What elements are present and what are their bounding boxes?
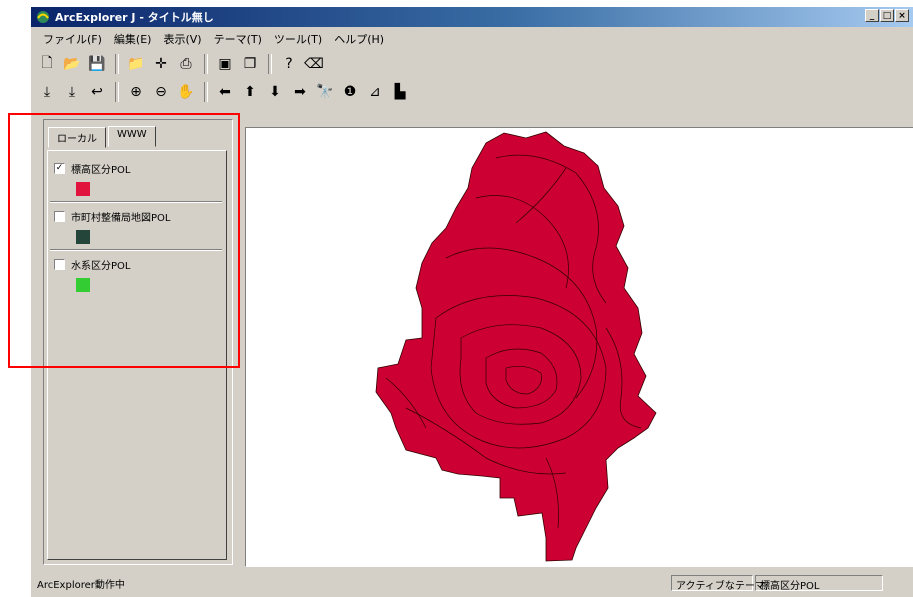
elevation-map[interactable] bbox=[246, 128, 913, 566]
measure-icon[interactable]: ⊿ bbox=[363, 81, 387, 103]
window-controls: _ □ × bbox=[865, 9, 909, 22]
theme-name: 標高区分POL bbox=[71, 165, 131, 176]
theme-name: 水系区分POL bbox=[71, 261, 131, 272]
query-builder-icon[interactable]: ▙ bbox=[388, 81, 412, 103]
toolbar-separator bbox=[115, 82, 119, 102]
theme-divider bbox=[50, 249, 222, 251]
zoom-in-icon[interactable]: ⊕ bbox=[124, 81, 148, 103]
theme-color-swatch bbox=[76, 230, 90, 244]
save-icon[interactable]: 💾 bbox=[85, 53, 109, 75]
zoom-active-icon[interactable]: ⤓ bbox=[60, 81, 84, 103]
toolbar-separator bbox=[204, 54, 208, 74]
toolbar-separator bbox=[115, 54, 119, 74]
tab-www[interactable]: WWW bbox=[108, 126, 156, 147]
active-theme-label: アクティブなテーマ: bbox=[671, 575, 768, 592]
menu-help[interactable]: ヘルプ(H) bbox=[328, 31, 390, 47]
map-view[interactable] bbox=[245, 127, 913, 567]
navigation-toolbar: ⤓ ⤓ ↩ ⊕ ⊖ ✋ ⬅ ⬆ ⬇ ➡ 🔭 ❶ ⊿ ▙ bbox=[31, 79, 913, 105]
theme-visibility-checkbox[interactable] bbox=[54, 211, 65, 222]
menu-file[interactable]: ファイル(F) bbox=[37, 31, 108, 47]
eraser-icon[interactable]: ⌫ bbox=[302, 53, 326, 75]
theme-list: ✓ 標高区分POL 市町村整備局地図POL 水系区分POL bbox=[47, 150, 227, 560]
identify-icon[interactable]: ❶ bbox=[338, 81, 362, 103]
status-bar: ArcExplorer動作中 アクティブなテーマ: 標高区分POL bbox=[31, 572, 913, 594]
add-theme-icon[interactable]: ✛ bbox=[149, 53, 173, 75]
theme-visibility-checkbox[interactable] bbox=[54, 259, 65, 270]
open-icon[interactable]: 📂 bbox=[60, 53, 84, 75]
theme-item[interactable]: ✓ 標高区分POL bbox=[54, 161, 222, 196]
pan-icon[interactable]: ✋ bbox=[174, 81, 198, 103]
menu-bar: ファイル(F) 編集(E) 表示(V) テーマ(T) ツール(T) ヘルプ(H) bbox=[31, 29, 913, 49]
arcexplorer-app-icon bbox=[37, 11, 49, 23]
menu-view[interactable]: 表示(V) bbox=[157, 31, 207, 47]
theme-name: 市町村整備局地図POL bbox=[71, 213, 171, 224]
pan-east-icon[interactable]: ➡ bbox=[288, 81, 312, 103]
full-extent-icon[interactable]: ⤓ bbox=[35, 81, 59, 103]
zoom-out-icon[interactable]: ⊖ bbox=[149, 81, 173, 103]
standard-toolbar: 🗋 📂 💾 📁 ✛ ⎙ ▣ ❐? ⌫ bbox=[31, 51, 913, 77]
maximize-button[interactable]: □ bbox=[880, 9, 894, 22]
new-icon[interactable]: 🗋 bbox=[35, 53, 59, 75]
window-title: ArcExplorer J - タイトル無し bbox=[55, 11, 214, 24]
app-window: ArcExplorer J - タイトル無し _ □ × ファイル(F) 編集(… bbox=[30, 6, 913, 597]
theme-item[interactable]: 水系区分POL bbox=[54, 257, 222, 292]
legend-panel: ローカル WWW ✓ 標高区分POL 市町村整備局地図POL 水系区分POL bbox=[43, 119, 233, 565]
layout-icon[interactable]: ▣ bbox=[213, 53, 237, 75]
pan-west-icon[interactable]: ⬅ bbox=[213, 81, 237, 103]
minimize-button[interactable]: _ bbox=[865, 9, 879, 22]
pan-south-icon[interactable]: ⬇ bbox=[263, 81, 287, 103]
theme-visibility-checkbox[interactable]: ✓ bbox=[54, 163, 65, 174]
legend-tabs: ローカル WWW bbox=[48, 126, 158, 148]
title-bar[interactable]: ArcExplorer J - タイトル無し _ □ × bbox=[31, 7, 913, 27]
find-icon[interactable]: 🔭 bbox=[313, 81, 337, 103]
copy-icon[interactable]: ❐ bbox=[238, 53, 262, 75]
theme-divider bbox=[50, 201, 222, 203]
tab-local[interactable]: ローカル bbox=[48, 127, 106, 148]
menu-edit[interactable]: 編集(E) bbox=[108, 31, 158, 47]
close-button[interactable]: × bbox=[895, 9, 909, 22]
pan-north-icon[interactable]: ⬆ bbox=[238, 81, 262, 103]
toolbar-separator bbox=[268, 54, 272, 74]
menu-tools[interactable]: ツール(T) bbox=[268, 31, 328, 47]
print-icon[interactable]: ⎙ bbox=[174, 53, 198, 75]
open-project-icon[interactable]: 📁 bbox=[124, 53, 148, 75]
zoom-previous-icon[interactable]: ↩ bbox=[85, 81, 109, 103]
theme-item[interactable]: 市町村整備局地図POL bbox=[54, 209, 222, 244]
theme-color-swatch bbox=[76, 182, 90, 196]
menu-theme[interactable]: テーマ(T) bbox=[208, 31, 268, 47]
query-icon[interactable]: ? bbox=[277, 53, 301, 75]
active-theme-value: 標高区分POL bbox=[755, 575, 883, 592]
elevation-polygon[interactable] bbox=[375, 131, 657, 562]
status-message: ArcExplorer動作中 bbox=[37, 579, 125, 591]
toolbar-separator bbox=[204, 82, 208, 102]
theme-color-swatch bbox=[76, 278, 90, 292]
